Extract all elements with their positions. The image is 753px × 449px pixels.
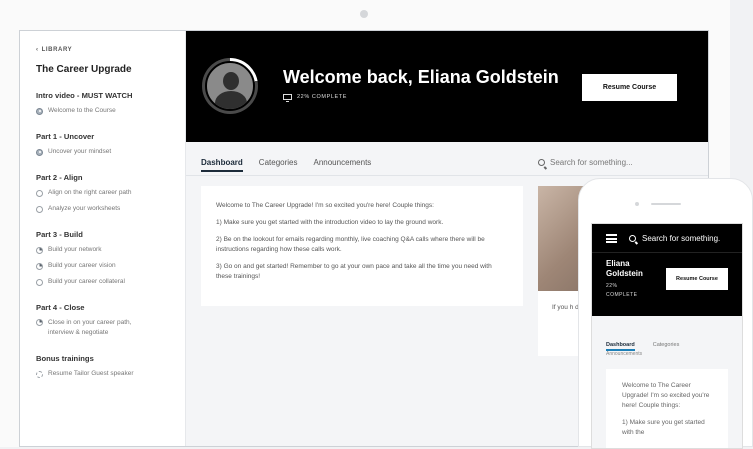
section-part2: Part 2 - Align Align on the right career…	[36, 173, 185, 214]
play-circle-icon	[36, 205, 43, 213]
progress-label: 22% COMPLETE	[297, 94, 347, 100]
phone-user-name: Eliana Goldstein	[606, 259, 643, 278]
hero-banner: Welcome back, Eliana Goldstein 22% COMPL…	[186, 31, 708, 142]
search-box[interactable]: Search for something...	[538, 158, 633, 167]
back-label: LIBRARY	[41, 47, 73, 53]
lesson-label: Build your career vision	[48, 262, 116, 269]
phone-camera	[635, 202, 639, 206]
completed-check-icon	[36, 148, 43, 156]
hamburger-menu-icon[interactable]	[606, 233, 617, 243]
chevron-left-icon: ‹	[36, 47, 39, 53]
section-title: Intro video - MUST WATCH	[36, 91, 133, 100]
section-title: Part 1 - Uncover	[36, 132, 95, 141]
phone-intro-paragraph: Welcome to The Career Upgrade! I'm so ex…	[622, 382, 710, 409]
tab-dashboard[interactable]: Dashboard	[201, 158, 243, 172]
lesson-label: Align on the right career path	[48, 189, 132, 196]
lesson-item[interactable]: Build your career collateral	[36, 277, 185, 287]
phone-search-placeholder[interactable]: Search for something.	[642, 234, 720, 243]
welcome-heading: Welcome back, Eliana Goldstein	[283, 67, 559, 87]
phone-resume-button[interactable]: Resume Course	[666, 268, 728, 290]
tab-divider	[186, 175, 708, 176]
lesson-item[interactable]: Analyze your worksheets	[36, 204, 185, 214]
phone-top-bar: Search for something.	[592, 224, 742, 252]
back-to-library-link[interactable]: ‹ LIBRARY	[36, 47, 185, 53]
camera-dot	[360, 10, 368, 18]
search-icon[interactable]	[629, 234, 636, 242]
empty-circle-icon	[36, 189, 43, 197]
lesson-label: Analyze your worksheets	[48, 205, 121, 212]
loading-circle-icon	[36, 370, 43, 378]
partial-progress-icon	[36, 262, 43, 270]
avatar	[205, 61, 255, 111]
phone-speaker	[651, 203, 681, 205]
tab-announcements[interactable]: Announcements	[313, 158, 371, 172]
section-part3: Part 3 - Build Build your network Build …	[36, 230, 185, 287]
course-title: The Career Upgrade	[36, 64, 132, 75]
phone-tab-announcements[interactable]: Announcements	[606, 351, 642, 357]
monitor-icon	[283, 94, 292, 102]
phone-hero: Eliana Goldstein 22% COMPLETE Resume Cou…	[592, 252, 742, 316]
phone-tab-bar: Dashboard Categories	[606, 342, 679, 351]
completed-check-icon	[36, 107, 43, 115]
lesson-item[interactable]: Close in on your career path, interview …	[36, 318, 151, 338]
intro-paragraph: 3) Go on and get started! Remember to go…	[216, 263, 492, 280]
phone-frame: Search for something. Eliana Goldstein 2…	[578, 178, 753, 449]
partial-progress-icon	[36, 319, 43, 326]
section-title: Part 2 - Align	[36, 173, 83, 182]
lesson-label: Build your career collateral	[48, 278, 125, 285]
lesson-label: Build your network	[48, 246, 102, 253]
search-icon	[538, 159, 545, 166]
intro-card: Welcome to The Career Upgrade! I'm so ex…	[201, 186, 523, 306]
section-intro: Intro video - MUST WATCH Welcome to the …	[36, 91, 185, 116]
phone-progress-label: 22% COMPLETE	[606, 283, 638, 298]
section-part1: Part 1 - Uncover Uncover your mindset	[36, 132, 185, 157]
phone-screen: Search for something. Eliana Goldstein 2…	[591, 223, 743, 449]
lesson-item[interactable]: Build your career vision	[36, 261, 185, 271]
course-sidebar: ‹ LIBRARY The Career Upgrade Intro video…	[20, 31, 186, 446]
lesson-label: Welcome to the Course	[48, 107, 116, 114]
play-circle-icon	[36, 278, 43, 286]
section-title: Part 3 - Build	[36, 230, 83, 239]
section-title: Part 4 - Close	[36, 303, 85, 312]
lesson-label: Uncover your mindset	[48, 148, 112, 155]
search-placeholder: Search for something...	[550, 158, 633, 167]
lesson-item[interactable]: Align on the right career path	[36, 188, 185, 198]
progress-text: 22% COMPLETE	[283, 94, 347, 102]
intro-paragraph: 2) Be on the lookout for emails regardin…	[216, 236, 485, 253]
resume-course-button[interactable]: Resume Course	[582, 74, 677, 101]
lesson-label: Close in on your career path, interview …	[48, 319, 132, 336]
lesson-item[interactable]: Build your network	[36, 245, 185, 255]
lesson-item[interactable]: Uncover your mindset	[36, 147, 185, 157]
section-title: Bonus trainings	[36, 354, 94, 363]
tab-categories[interactable]: Categories	[259, 158, 298, 172]
intro-paragraph: 1) Make sure you get started with the in…	[216, 219, 444, 226]
partial-progress-icon	[36, 246, 43, 254]
intro-paragraph: Welcome to The Career Upgrade! I'm so ex…	[216, 202, 434, 209]
phone-tab-categories[interactable]: Categories	[653, 342, 680, 351]
tab-bar: Dashboard Categories Announcements	[201, 158, 371, 172]
section-part4: Part 4 - Close Close in on your career p…	[36, 303, 185, 338]
lesson-item[interactable]: Welcome to the Course	[36, 106, 185, 116]
phone-intro-card: Welcome to The Career Upgrade! I'm so ex…	[606, 369, 728, 448]
progress-ring	[202, 58, 258, 114]
lesson-label: Resume Tailor Guest speaker	[48, 370, 134, 377]
phone-intro-paragraph: 1) Make sure you get started with the	[622, 419, 705, 436]
section-bonus: Bonus trainings Resume Tailor Guest spea…	[36, 354, 185, 379]
lesson-item[interactable]: Resume Tailor Guest speaker	[36, 369, 185, 379]
phone-tab-dashboard[interactable]: Dashboard	[606, 342, 635, 351]
